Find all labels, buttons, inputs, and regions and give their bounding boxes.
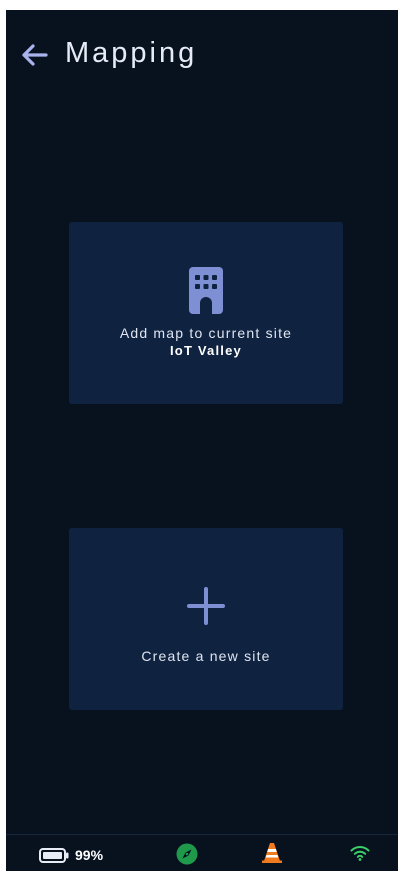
hazard-status[interactable]	[262, 843, 282, 868]
wifi-status[interactable]	[350, 845, 370, 866]
add-map-label: Add map to current site	[119, 325, 293, 341]
compass-icon	[176, 843, 198, 865]
page-title: Mapping	[65, 37, 198, 69]
plus-icon	[187, 587, 225, 625]
mapping-screen: Mapping Add map to current site IoT Vall…	[6, 10, 398, 871]
building-icon	[189, 267, 223, 314]
battery-percent: 99%	[75, 847, 104, 863]
add-map-to-current-site-card[interactable]: Add map to current site IoT Valley	[69, 222, 343, 404]
header: Mapping	[6, 10, 398, 100]
back-button[interactable]	[18, 41, 50, 69]
wifi-icon	[350, 846, 370, 861]
battery-status: 99%	[39, 847, 103, 863]
status-bar: 99%	[6, 834, 398, 871]
compass-status[interactable]	[176, 843, 198, 870]
traffic-cone-icon	[262, 843, 282, 863]
battery-icon	[39, 847, 69, 863]
current-site-name: IoT Valley	[170, 343, 242, 358]
create-new-site-card[interactable]: Create a new site	[69, 528, 343, 710]
create-new-site-label: Create a new site	[141, 648, 271, 664]
arrow-left-icon	[22, 44, 48, 66]
